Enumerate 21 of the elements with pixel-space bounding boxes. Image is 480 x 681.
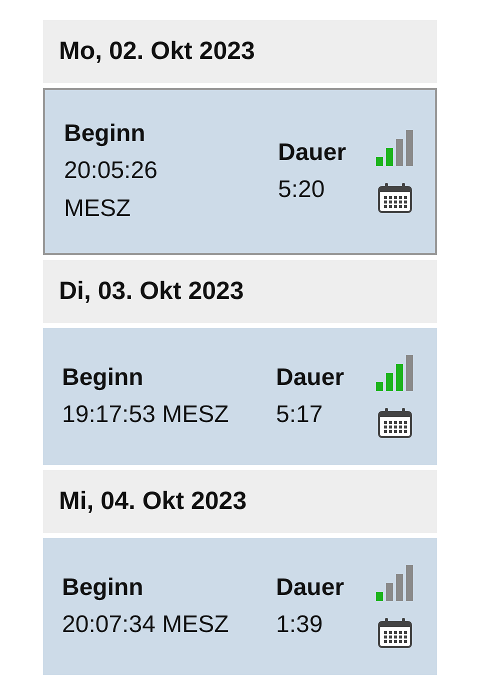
- begin-label: Beginn: [62, 362, 144, 393]
- date-header: Mi, 04. Okt 2023: [43, 470, 437, 533]
- begin-label: Beginn: [64, 119, 146, 150]
- begin-time: 20:07:34 MESZ: [62, 610, 230, 640]
- duration-value: 5:20: [278, 174, 326, 205]
- date-header: Di, 03. Okt 2023: [43, 260, 437, 323]
- duration-label: Dauer: [276, 362, 346, 393]
- duration-value: 1:39: [276, 610, 324, 640]
- begin-time: 20:05:26 MESZ: [64, 156, 158, 224]
- entry-card[interactable]: Beginn 20:07:34 MESZ Dauer 1:39: [43, 538, 437, 675]
- begin-time: 19:17:53 MESZ: [62, 400, 230, 430]
- calendar-icon: [377, 616, 413, 648]
- date-header: Mo, 02. Okt 2023: [43, 20, 437, 83]
- duration-value: 5:17: [276, 400, 324, 430]
- begin-label: Beginn: [62, 572, 144, 603]
- entry-card[interactable]: Beginn 19:17:53 MESZ Dauer 5:17: [43, 328, 437, 465]
- calendar-icon: [377, 182, 413, 214]
- duration-label: Dauer: [278, 138, 348, 168]
- calendar-icon: [377, 406, 413, 438]
- duration-label: Dauer: [276, 572, 346, 603]
- entry-card[interactable]: Beginn 20:05:26 MESZ Dauer 5:20: [43, 88, 437, 255]
